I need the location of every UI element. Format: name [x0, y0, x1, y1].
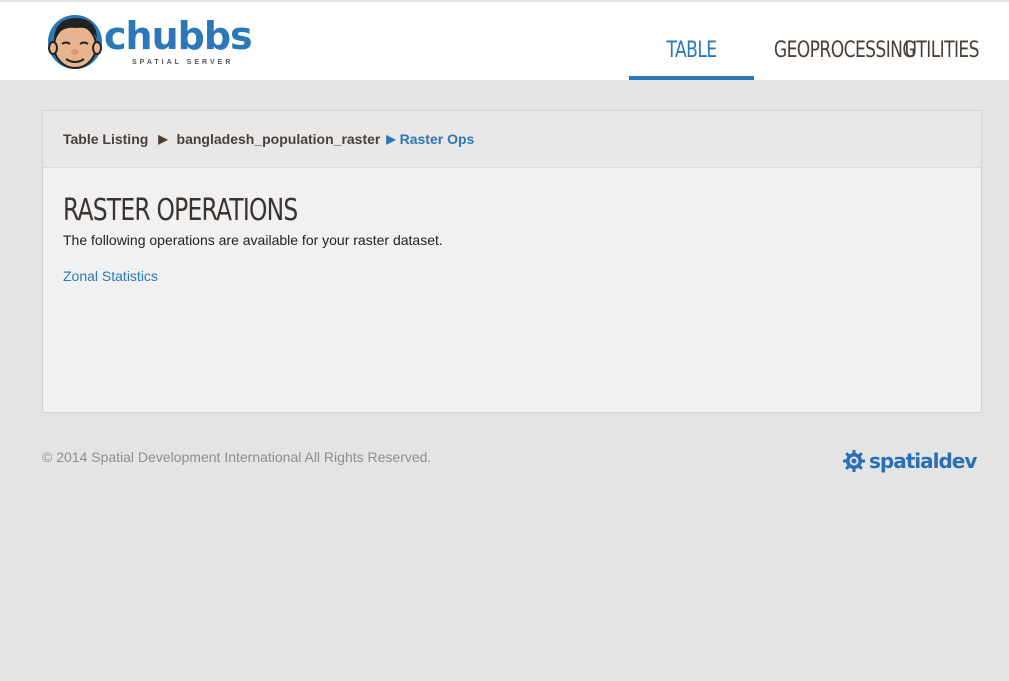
- logo-wordmark: chubbs: [104, 14, 253, 58]
- spatialdev-wordmark: spatialdev: [869, 449, 977, 473]
- nav-geoprocessing[interactable]: GEOPROCESSING: [754, 2, 916, 80]
- page-title: RASTER OPERATIONS: [63, 193, 298, 228]
- logo-subtitle: SPATIAL SERVER: [132, 59, 234, 66]
- nav-utilities[interactable]: UTILITIES: [894, 2, 982, 80]
- mascot-face-icon: [48, 15, 102, 69]
- raster-ops-panel: Table Listing ▶ bangladesh_population_ra…: [42, 110, 982, 413]
- copyright-text: © 2014 Spatial Development International…: [42, 449, 432, 465]
- chubbs-logo[interactable]: chubbs SPATIAL SERVER: [44, 10, 259, 74]
- site-header: chubbs SPATIAL SERVER TABLE LISTING GEOP…: [0, 0, 1009, 161]
- page-description: The following operations are available f…: [63, 232, 443, 248]
- breadcrumb-separator-icon: ▶: [158, 132, 168, 146]
- breadcrumb-separator-icon: ▶: [386, 132, 396, 146]
- breadcrumb: Table Listing ▶ bangladesh_population_ra…: [43, 111, 981, 168]
- gear-icon: [843, 450, 865, 472]
- panel-content: RASTER OPERATIONS The following operatio…: [43, 168, 981, 312]
- breadcrumb-current: Raster Ops: [399, 131, 475, 147]
- zonal-statistics-link[interactable]: Zonal Statistics: [63, 268, 158, 284]
- nav-table-listing[interactable]: TABLE LISTING: [629, 2, 754, 161]
- breadcrumb-dataset[interactable]: bangladesh_population_raster: [177, 131, 381, 147]
- breadcrumb-table-listing[interactable]: Table Listing: [63, 131, 148, 147]
- main-nav: TABLE LISTING GEOPROCESSING UTILITIES: [629, 2, 982, 161]
- spatialdev-logo[interactable]: spatialdev: [842, 449, 977, 473]
